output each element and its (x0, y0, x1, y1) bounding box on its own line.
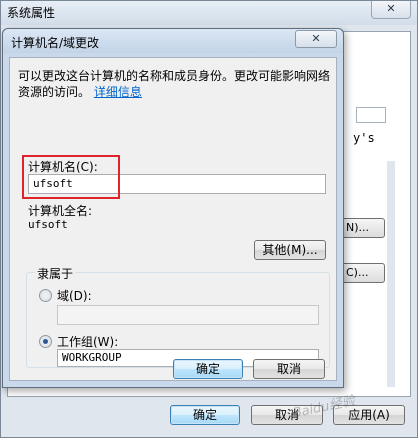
full-name-label: 计算机全名: (28, 204, 93, 218)
system-properties-input-fragment (356, 107, 386, 123)
system-properties-close-button[interactable]: ✕ (371, 1, 411, 19)
system-properties-network-id-button[interactable]: N)... (341, 218, 385, 238)
dialog-titlebar: 计算机名/域更改 ✕ (3, 29, 343, 53)
system-properties-ok-button[interactable]: 确定 (170, 405, 240, 425)
full-name-value: ufsoft (28, 218, 68, 231)
domain-label: 域(D): (57, 289, 92, 303)
dialog-ok-button[interactable]: 确定 (173, 359, 243, 379)
system-properties-change-button[interactable]: C)... (341, 263, 385, 283)
domain-input[interactable] (57, 305, 319, 325)
dialog-description: 可以更改这台计算机的名称和成员身份。更改可能影响网络资源的访问。 详细信息 (18, 68, 330, 100)
system-properties-title: 系统属性 (7, 6, 56, 20)
domain-radio[interactable] (39, 289, 52, 302)
dialog-title: 计算机名/域更改 (11, 36, 100, 50)
member-of-group: 隶属于 域(D): 工作组(W): WORKGROUP (26, 265, 330, 368)
highlight-box (22, 155, 120, 199)
system-properties-titlebar: 系统属性 ✕ (1, 1, 417, 25)
system-properties-scroll-edge (387, 161, 395, 387)
description-text: 可以更改这台计算机的名称和成员身份。更改可能影响网络资源的访问。 (18, 69, 331, 99)
dialog-close-button[interactable]: ✕ (295, 30, 337, 48)
member-of-label: 隶属于 (35, 265, 76, 282)
details-link[interactable]: 详细信息 (94, 85, 142, 99)
workgroup-radio[interactable] (39, 335, 52, 348)
dialog-body: 可以更改这台计算机的名称和成员身份。更改可能影响网络资源的访问。 详细信息 计算… (9, 57, 337, 381)
more-button[interactable]: 其他(M)... (254, 240, 326, 260)
workgroup-label: 工作组(W): (57, 335, 119, 349)
computer-name-dialog: 计算机名/域更改 ✕ 可以更改这台计算机的名称和成员身份。更改可能影响网络资源的… (2, 28, 344, 388)
dialog-cancel-button[interactable]: 取消 (253, 359, 325, 379)
system-properties-text-fragment: y's (353, 131, 375, 145)
